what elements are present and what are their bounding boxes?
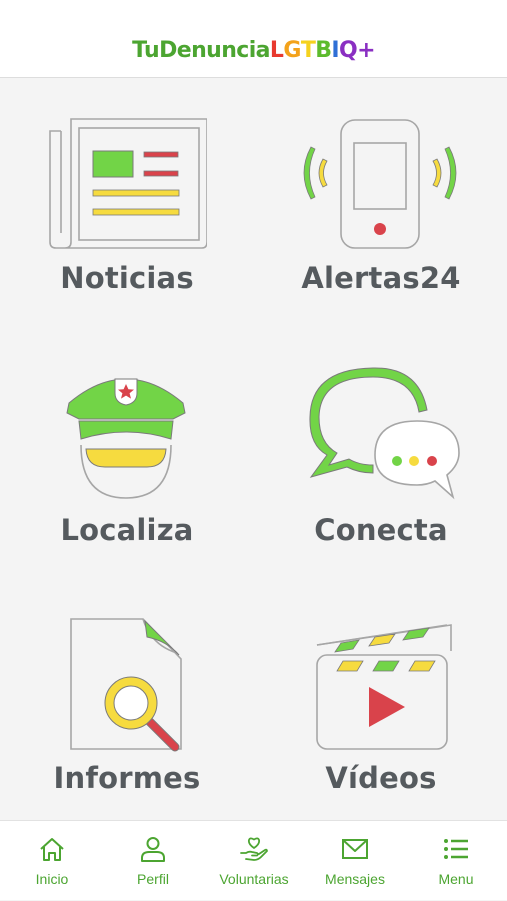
envelope-icon [342,839,368,859]
tab-label: Voluntarias [219,871,289,887]
user-icon [141,837,165,862]
tab-label: Inicio [35,871,69,887]
tile-label: Localiza [60,513,194,547]
app-header: TuDenunciaLGTBIQ+ [0,0,507,78]
phone-alert-icon [303,119,457,249]
logo-text-part: L [269,38,284,63]
logo-text-part: B [315,38,332,63]
newspaper-icon [49,118,207,249]
tile-label: Noticias [60,261,194,295]
tab-label: Perfil [137,871,169,887]
list-icon [444,839,468,859]
tab-mensajes[interactable]: Mensajes [304,821,406,901]
tile-localiza[interactable]: Localiza [0,365,254,615]
logo-text-part: G [283,38,301,63]
tile-label: Informes [53,761,201,795]
home-icon [40,838,64,861]
app-logo: TuDenunciaLGTBIQ+ [0,36,507,66]
tile-alertas24[interactable]: Alertas24 [254,115,507,365]
tile-label: Alertas24 [301,261,461,295]
logo-text-part: T [300,38,316,63]
tab-label: Menu [438,871,474,887]
bottom-tab-bar: Inicio Perfil Voluntarias Mensajes Menu [0,820,507,900]
document-search-icon [70,618,182,752]
tab-perfil[interactable]: Perfil [102,821,204,901]
heart-hand-icon [240,837,268,861]
clapperboard-icon [316,624,452,750]
tab-label: Mensajes [325,871,385,887]
police-officer-icon [66,378,186,499]
logo-text-part: TuDenuncia [132,38,270,63]
chat-bubbles-icon [309,367,460,500]
tile-conecta[interactable]: Conecta [254,365,507,615]
tab-inicio[interactable]: Inicio [1,821,103,901]
tab-menu[interactable]: Menu [405,821,507,901]
tile-label: Vídeos [325,761,437,795]
logo-text-part: Q+ [339,38,376,63]
logo-text-part: I [331,38,339,63]
tile-label: Conecta [314,513,448,547]
tab-voluntarias[interactable]: Voluntarias [203,821,305,901]
tile-noticias[interactable]: Noticias [0,115,254,365]
